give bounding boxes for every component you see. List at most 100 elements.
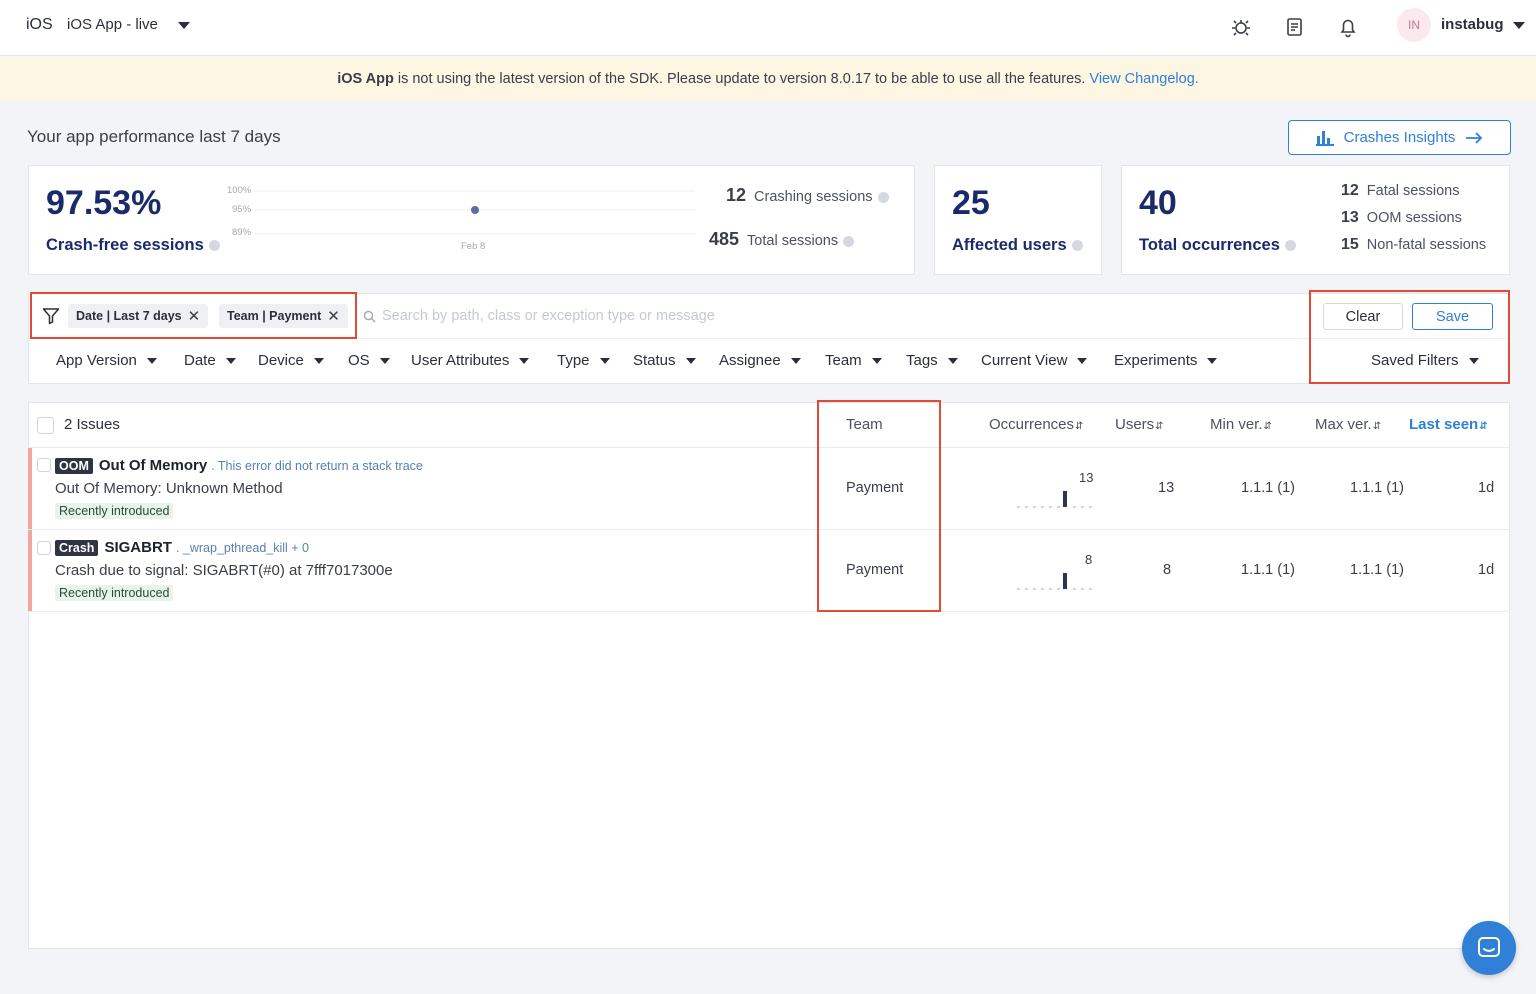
crashes-insights-button[interactable]: Crashes Insights [1288, 120, 1511, 155]
fatal-sessions-label: Fatal sessions [1366, 183, 1460, 199]
dropdown-label: App Version [56, 352, 137, 369]
issue-title[interactable]: OOM Out Of Memory . This error did not r… [55, 457, 423, 474]
chat-support-button[interactable] [1462, 921, 1516, 975]
issue-title[interactable]: Crash SIGABRT . _wrap_pthread_kill + 0 [55, 539, 309, 556]
app-selector[interactable]: iOS App - live [67, 16, 158, 33]
dropdown-os[interactable]: OS [348, 352, 390, 369]
dropdown-label: Tags [906, 352, 938, 369]
user-menu[interactable]: instabug [1441, 16, 1504, 33]
bar-chart-icon [1315, 130, 1334, 146]
chevron-down-icon [871, 357, 882, 364]
column-header-last-seen[interactable]: Last seen⇵ [1409, 416, 1488, 433]
dropdown-tags[interactable]: Tags [906, 352, 958, 369]
dropdown-user-attributes[interactable]: User Attributes [411, 352, 530, 369]
dropdown-label: Assignee [719, 352, 781, 369]
chevron-down-icon [599, 357, 610, 364]
crashing-sessions-stat: 12 Crashing sessions [726, 185, 889, 206]
dropdown-status[interactable]: Status [633, 352, 696, 369]
crash-free-label: Crash-free sessions [46, 236, 220, 255]
chart-tick: 89% [232, 227, 252, 238]
issue-title-text: Out Of Memory [98, 457, 208, 474]
column-header-max-ver[interactable]: Max ver.⇵ [1315, 416, 1381, 433]
dropdown-label: Status [633, 352, 676, 369]
row-checkbox[interactable] [37, 458, 51, 472]
crashing-sessions-label: Crashing sessions [754, 189, 873, 205]
dropdown-type[interactable]: Type [557, 352, 610, 369]
dropdown-experiments[interactable]: Experiments [1114, 352, 1218, 369]
dropdown-saved-filters[interactable]: Saved Filters [1371, 352, 1479, 369]
status-badge: Recently introduced [55, 503, 174, 519]
avatar[interactable]: IN [1397, 8, 1431, 42]
column-header-label: Min ver. [1210, 416, 1263, 433]
fatal-sessions-stat: 12 Fatal sessions [1341, 182, 1459, 200]
chart-tick: 95% [232, 204, 252, 215]
issue-subtitle: . _wrap_pthread_kill + 0 [175, 540, 310, 555]
column-header-team[interactable]: Team [846, 416, 883, 433]
chevron-down-icon[interactable] [178, 22, 190, 29]
users-cell: 8 [1163, 562, 1172, 578]
dropdown-team[interactable]: Team [825, 352, 882, 369]
clear-button[interactable]: Clear [1323, 303, 1403, 330]
dropdown-label: Team [825, 352, 862, 369]
dropdown-label: User Attributes [411, 352, 510, 369]
filter-chip-team[interactable]: Team | Payment ✕ [219, 304, 348, 328]
dropdown-date[interactable]: Date [184, 352, 236, 369]
dropdown-label: Experiments [1114, 352, 1198, 369]
document-icon[interactable] [1284, 16, 1306, 38]
dropdown-app-version[interactable]: App Version [56, 352, 157, 369]
issue-subtitle: . This error did not return a stack trac… [211, 458, 423, 473]
non-fatal-sessions-count: 15 [1341, 236, 1359, 253]
column-header-label: Max ver. [1315, 416, 1372, 433]
row-accent [28, 530, 32, 611]
arrow-right-icon [1466, 131, 1483, 144]
chevron-down-icon [313, 357, 324, 364]
info-icon[interactable] [843, 235, 855, 247]
issue-title-text: SIGABRT [104, 539, 172, 556]
column-header-min-ver[interactable]: Min ver.⇵ [1210, 416, 1272, 433]
total-sessions-count: 485 [709, 229, 740, 249]
dropdown-current-view[interactable]: Current View [981, 352, 1088, 369]
info-icon[interactable] [208, 240, 220, 252]
crashing-sessions-count: 12 [726, 185, 747, 205]
select-all-checkbox[interactable] [37, 417, 54, 434]
sort-icon: ⇵ [1263, 421, 1272, 432]
issue-type-tag: OOM [55, 457, 93, 474]
sdk-update-banner: iOS App is not using the latest version … [0, 57, 1536, 101]
bug-icon[interactable] [1230, 16, 1252, 38]
info-icon[interactable] [1284, 240, 1296, 252]
dropdown-device[interactable]: Device [258, 352, 324, 369]
chevron-down-icon [146, 357, 157, 364]
close-icon[interactable]: ✕ [188, 307, 201, 325]
filter-icon[interactable] [42, 307, 60, 325]
save-button[interactable]: Save [1412, 303, 1493, 330]
divider [28, 447, 1510, 448]
issue-type-tag: Crash [55, 539, 99, 556]
column-header-users[interactable]: Users⇵ [1115, 416, 1164, 433]
info-icon[interactable] [877, 191, 889, 203]
filter-chip-date[interactable]: Date | Last 7 days ✕ [68, 304, 209, 328]
affected-users-value: 25 [952, 184, 990, 222]
column-header-occurrences[interactable]: Occurrences⇵ [989, 416, 1083, 433]
total-sessions-stat: 485 Total sessions [709, 229, 855, 250]
affected-users-label-text: Affected users [952, 236, 1067, 254]
crash-free-sparkline [255, 190, 695, 235]
last-seen-cell: 1d [1478, 562, 1495, 578]
platform-label[interactable]: iOS [26, 16, 53, 34]
banner-app-name: iOS App [337, 71, 394, 87]
chart-tick: 100% [227, 185, 252, 196]
chart-point[interactable] [471, 206, 479, 214]
crashes-insights-label: Crashes Insights [1343, 129, 1456, 146]
banner-message: is not using the latest version of the S… [397, 71, 1086, 87]
row-checkbox[interactable] [37, 541, 51, 555]
bell-icon[interactable] [1337, 16, 1359, 38]
last-seen-cell: 1d [1478, 480, 1495, 496]
oom-sessions-label: OOM sessions [1366, 210, 1462, 226]
dropdown-assignee[interactable]: Assignee [719, 352, 801, 369]
chevron-down-icon[interactable] [1513, 22, 1525, 29]
close-icon[interactable]: ✕ [327, 307, 340, 325]
info-icon[interactable] [1071, 240, 1083, 252]
view-changelog-link[interactable]: View Changelog. [1089, 71, 1198, 87]
sort-icon: ⇵ [1075, 421, 1084, 432]
column-header-label: Occurrences [989, 416, 1075, 433]
search-input[interactable] [382, 303, 1282, 329]
